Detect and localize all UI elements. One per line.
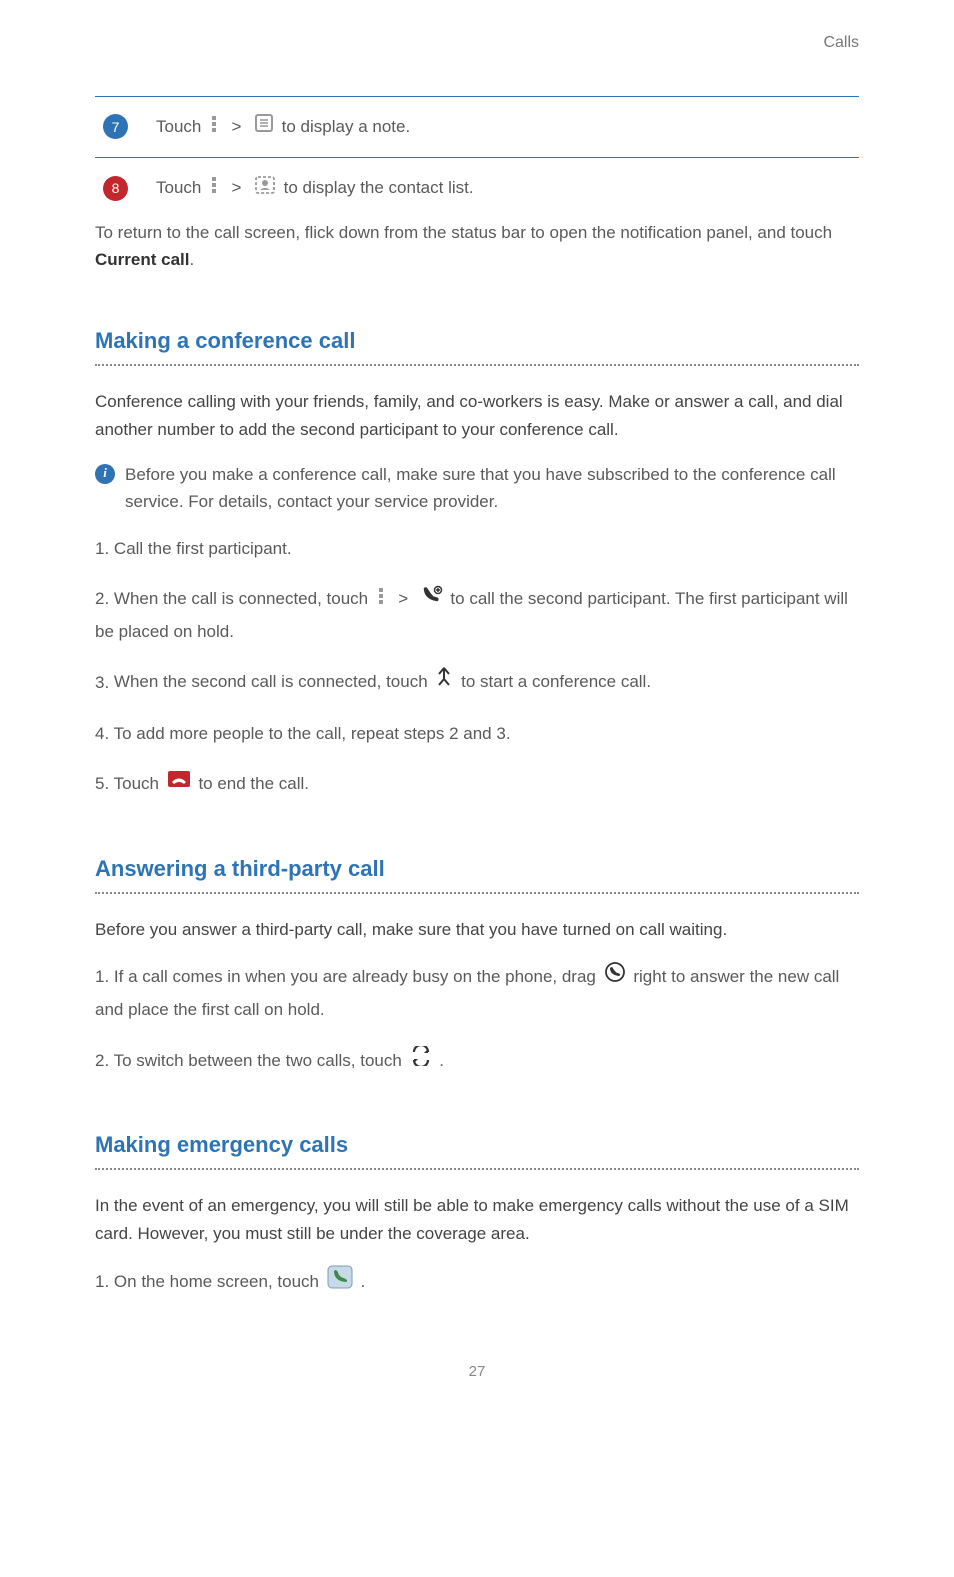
overflow-icon [209, 114, 219, 141]
divider [95, 1168, 859, 1170]
overflow-icon [376, 584, 386, 616]
step7-post: to display a note. [282, 117, 411, 136]
conf-step-2: When the call is connected, touch > to c… [95, 583, 859, 648]
contact-list-icon [254, 175, 276, 203]
end-call-icon [167, 768, 191, 800]
swap-calls-icon [410, 1045, 432, 1077]
note-block: i Before you make a conference call, mak… [95, 461, 859, 515]
divider [95, 892, 859, 894]
add-call-icon [421, 584, 443, 616]
heading-conference: Making a conference call [95, 323, 859, 358]
conf-intro: Conference calling with your friends, fa… [95, 388, 859, 442]
step7-pre: Touch [156, 117, 206, 136]
conf-steps: Call the first participant. When the cal… [95, 533, 859, 801]
step8-post: to display the contact list. [284, 178, 474, 197]
third-intro: Before you answer a third-party call, ma… [95, 916, 859, 943]
third-step-2: To switch between the two calls, touch . [95, 1045, 859, 1078]
overflow-icon [209, 175, 219, 202]
conf-note: Before you make a conference call, make … [125, 461, 859, 515]
conf-step-1: Call the first participant. [95, 533, 859, 565]
emerg-intro: In the event of an emergency, you will s… [95, 1192, 859, 1246]
drag-answer-icon [604, 961, 626, 994]
step-badge-7: 7 [103, 114, 128, 139]
conf-step-5: Touch to end the call. [95, 768, 859, 801]
info-icon: i [95, 464, 115, 484]
conf-step-3: When the second call is connected, touch… [95, 666, 859, 699]
step-row-8: 8 Touch > to display the contact list. [95, 157, 859, 219]
step-row-7: 7 Touch > to display a note. [95, 96, 859, 158]
note-icon [254, 113, 274, 141]
third-steps: If a call comes in when you are already … [95, 961, 859, 1077]
phone-app-icon [327, 1265, 353, 1300]
page-number: 27 [95, 1360, 859, 1384]
conf-step-4: To add more people to the call, repeat s… [95, 718, 859, 750]
return-to-call-text: To return to the call screen, flick down… [95, 219, 859, 273]
emerg-step-1: On the home screen, touch . [95, 1265, 859, 1300]
step8-pre: Touch [156, 178, 206, 197]
step-badge-8: 8 [103, 176, 128, 201]
divider [95, 364, 859, 366]
section-header: Calls [95, 30, 859, 56]
emerg-steps: On the home screen, touch . [95, 1265, 859, 1300]
heading-emergency: Making emergency calls [95, 1127, 859, 1162]
third-step-1: If a call comes in when you are already … [95, 961, 859, 1027]
heading-third-party: Answering a third-party call [95, 851, 859, 886]
merge-calls-icon [435, 666, 453, 699]
